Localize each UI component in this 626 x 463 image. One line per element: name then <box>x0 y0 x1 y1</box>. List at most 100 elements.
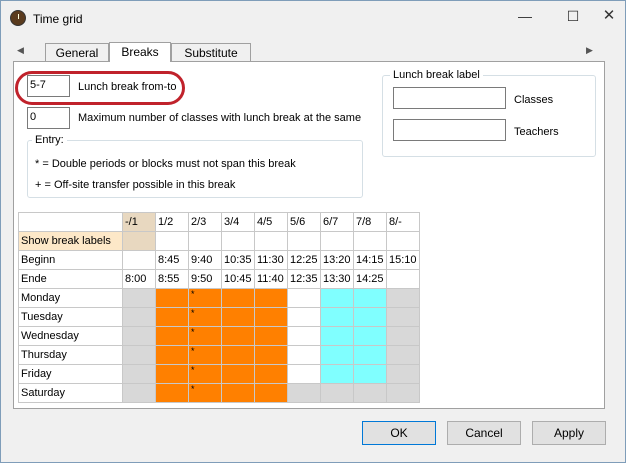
break-cell[interactable] <box>320 288 354 308</box>
time-cell[interactable]: 14:15 <box>353 250 387 270</box>
break-cell[interactable] <box>386 326 420 346</box>
column-header[interactable]: 7/8 <box>353 212 387 232</box>
column-header[interactable]: -/1 <box>122 212 156 232</box>
break-cell[interactable] <box>320 307 354 327</box>
column-header[interactable]: 6/7 <box>320 212 354 232</box>
break-cell[interactable]: * <box>188 345 222 365</box>
show-break-labels-button[interactable]: Show break labels <box>18 231 123 251</box>
break-cell[interactable] <box>287 364 321 384</box>
break-cell[interactable] <box>221 345 255 365</box>
break-cell[interactable] <box>155 364 189 384</box>
tab-breaks[interactable]: Breaks <box>109 42 171 62</box>
time-cell[interactable]: 14:25 <box>353 269 387 289</box>
break-cell[interactable]: * <box>188 307 222 327</box>
break-cell[interactable] <box>254 364 288 384</box>
break-cell[interactable] <box>353 364 387 384</box>
time-cell[interactable]: 8:45 <box>155 250 189 270</box>
break-cell[interactable] <box>353 307 387 327</box>
grid-cell[interactable] <box>122 231 156 251</box>
break-cell[interactable] <box>122 383 156 403</box>
tab-substitute[interactable]: Substitute <box>171 43 251 61</box>
grid-cell[interactable] <box>188 231 222 251</box>
break-cell[interactable] <box>287 345 321 365</box>
break-cell[interactable] <box>254 288 288 308</box>
teachers-label-input[interactable] <box>393 119 506 141</box>
break-cell[interactable] <box>353 383 387 403</box>
close-button[interactable]: ✕ <box>595 5 623 29</box>
ok-button[interactable]: OK <box>362 421 436 445</box>
time-cell[interactable]: 12:25 <box>287 250 321 270</box>
break-cell[interactable] <box>287 307 321 327</box>
break-cell[interactable] <box>221 326 255 346</box>
maximize-button[interactable]: ☐ <box>559 5 587 29</box>
break-cell[interactable] <box>386 383 420 403</box>
column-header[interactable]: 1/2 <box>155 212 189 232</box>
time-cell[interactable]: 15:10 <box>386 250 420 270</box>
time-cell[interactable]: 13:30 <box>320 269 354 289</box>
break-cell[interactable] <box>320 326 354 346</box>
classes-label-input[interactable] <box>393 87 506 109</box>
grid-cell[interactable] <box>386 231 420 251</box>
break-cell[interactable]: * <box>188 383 222 403</box>
time-cell[interactable]: 13:20 <box>320 250 354 270</box>
break-cell[interactable] <box>254 345 288 365</box>
break-cell[interactable] <box>287 383 321 403</box>
time-cell[interactable]: 12:35 <box>287 269 321 289</box>
column-header[interactable]: 8/- <box>386 212 420 232</box>
tab-scroll-left-icon[interactable]: ◀ <box>17 45 24 56</box>
column-header[interactable]: 3/4 <box>221 212 255 232</box>
break-cell[interactable] <box>221 307 255 327</box>
time-cell[interactable]: 11:40 <box>254 269 288 289</box>
break-cell[interactable]: * <box>188 364 222 384</box>
break-cell[interactable] <box>320 383 354 403</box>
time-cell[interactable]: 8:00 <box>122 269 156 289</box>
break-cell[interactable] <box>122 326 156 346</box>
grid-cell[interactable] <box>353 231 387 251</box>
break-cell[interactable] <box>155 307 189 327</box>
break-cell[interactable] <box>122 364 156 384</box>
break-cell[interactable] <box>155 383 189 403</box>
time-cell[interactable]: 9:40 <box>188 250 222 270</box>
break-cell[interactable]: * <box>188 326 222 346</box>
break-cell[interactable] <box>353 288 387 308</box>
time-cell[interactable] <box>386 269 420 289</box>
break-cell[interactable] <box>122 288 156 308</box>
break-cell[interactable] <box>287 288 321 308</box>
cancel-button[interactable]: Cancel <box>447 421 521 445</box>
minimize-button[interactable]: — <box>511 5 539 29</box>
grid-cell[interactable] <box>287 231 321 251</box>
break-cell[interactable] <box>122 345 156 365</box>
break-cell[interactable] <box>254 326 288 346</box>
grid-cell[interactable] <box>254 231 288 251</box>
break-cell[interactable] <box>386 288 420 308</box>
break-cell[interactable] <box>386 345 420 365</box>
time-cell[interactable]: 8:55 <box>155 269 189 289</box>
break-cell[interactable] <box>320 364 354 384</box>
time-cell[interactable]: 10:45 <box>221 269 255 289</box>
break-cell[interactable] <box>221 288 255 308</box>
grid-cell[interactable] <box>221 231 255 251</box>
tab-scroll-right-icon[interactable]: ▶ <box>586 45 593 56</box>
max-classes-input[interactable]: 0 <box>27 107 70 129</box>
break-cell[interactable] <box>155 326 189 346</box>
break-cell[interactable] <box>320 345 354 365</box>
break-cell[interactable] <box>122 307 156 327</box>
break-cell[interactable] <box>353 345 387 365</box>
time-cell[interactable] <box>122 250 156 270</box>
break-cell[interactable] <box>155 288 189 308</box>
break-cell[interactable] <box>287 326 321 346</box>
grid-cell[interactable] <box>155 231 189 251</box>
break-cell[interactable] <box>221 364 255 384</box>
break-cell[interactable] <box>254 307 288 327</box>
time-cell[interactable]: 10:35 <box>221 250 255 270</box>
time-cell[interactable]: 9:50 <box>188 269 222 289</box>
break-cell[interactable] <box>386 364 420 384</box>
break-cell[interactable] <box>386 307 420 327</box>
break-cell[interactable]: * <box>188 288 222 308</box>
break-cell[interactable] <box>155 345 189 365</box>
grid-cell[interactable] <box>320 231 354 251</box>
apply-button[interactable]: Apply <box>532 421 606 445</box>
break-cell[interactable] <box>221 383 255 403</box>
column-header[interactable]: 5/6 <box>287 212 321 232</box>
time-cell[interactable]: 11:30 <box>254 250 288 270</box>
